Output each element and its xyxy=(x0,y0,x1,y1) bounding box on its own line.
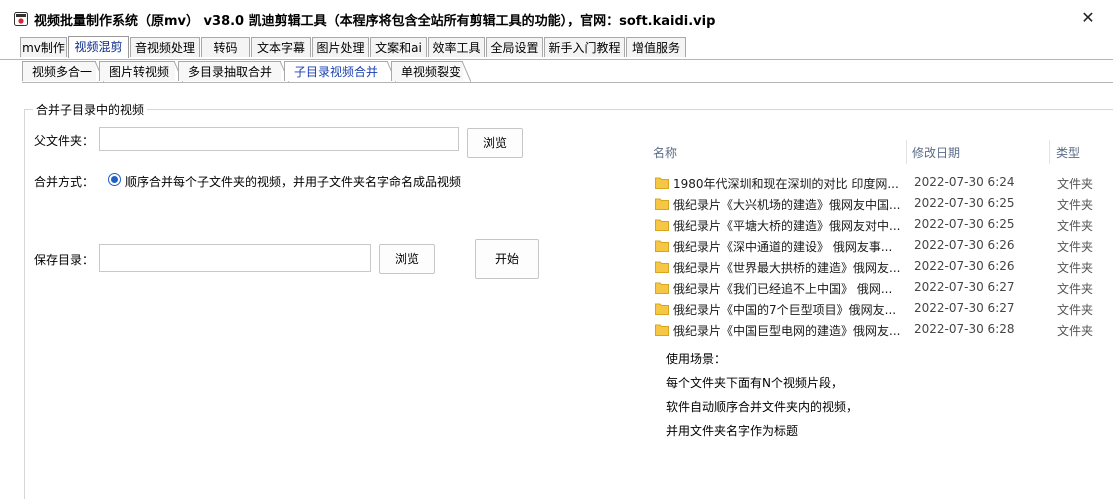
start-button[interactable]: 开始 xyxy=(475,239,539,279)
list-item[interactable]: 1980年代深圳和现在深圳的对比 印度网... 2022-07-30 6:24 … xyxy=(653,172,1113,193)
group-title: 合并子目录中的视频 xyxy=(33,101,148,118)
save-dir-input[interactable] xyxy=(99,244,371,272)
subtab-multi-merge[interactable]: 视频多合一 xyxy=(22,61,104,82)
usage-heading: 使用场景： xyxy=(666,352,727,366)
subtab-label: 多目录抽取合并 xyxy=(188,65,273,79)
subtab-label: 子目录视频合并 xyxy=(294,65,379,79)
file-name: 俄纪录片《大兴机场的建造》俄网友中国... xyxy=(673,198,901,212)
file-type: 文件夹 xyxy=(1057,303,1094,317)
save-dir-label: 保存目录： xyxy=(34,253,95,267)
folder-icon xyxy=(655,303,669,315)
file-type: 文件夹 xyxy=(1057,198,1094,212)
file-date: 2022-07-30 6:26 xyxy=(914,238,1015,252)
parent-folder-label: 父文件夹： xyxy=(34,134,95,148)
tab-text-subtitle[interactable]: 文本字幕 xyxy=(251,37,311,57)
subtab-subdir-merge[interactable]: 子目录视频合并 xyxy=(284,61,396,82)
folder-icon xyxy=(655,219,669,231)
folder-icon xyxy=(655,198,669,210)
list-item[interactable]: 俄纪录片《世界最大拱桥的建造》俄网友... 2022-07-30 6:26 文件… xyxy=(653,256,1113,277)
tab-mv[interactable]: mv制作 xyxy=(20,37,67,57)
app-icon xyxy=(14,12,28,26)
folder-icon xyxy=(655,324,669,336)
file-date: 2022-07-30 6:26 xyxy=(914,259,1015,273)
file-date: 2022-07-30 6:25 xyxy=(914,196,1015,210)
column-header-date[interactable]: 修改日期 xyxy=(912,144,960,161)
list-item[interactable]: 俄纪录片《大兴机场的建造》俄网友中国... 2022-07-30 6:25 文件… xyxy=(653,193,1113,214)
column-header-name[interactable]: 名称 xyxy=(653,144,677,161)
parent-folder-input[interactable] xyxy=(99,127,459,151)
tab-video-mix[interactable]: 视频混剪 xyxy=(68,36,129,58)
tab-global-settings[interactable]: 全局设置 xyxy=(486,37,543,57)
title-bar: 视频批量制作系统（原mv） v38.0 凯迪剪辑工具（本程序将包含全站所有剪辑工… xyxy=(0,0,1113,36)
folder-icon xyxy=(655,282,669,294)
tab-transcode[interactable]: 转码 xyxy=(201,37,250,57)
merge-mode-option-label[interactable]: 顺序合并每个子文件夹的视频，并用子文件夹名字命名成品视频 xyxy=(125,173,461,190)
merge-mode-radio[interactable] xyxy=(108,173,121,186)
list-item[interactable]: 俄纪录片《中国巨型电网的建造》俄网友... 2022-07-30 6:28 文件… xyxy=(653,319,1113,340)
usage-line: 软件自动顺序合并文件夹内的视频， xyxy=(666,400,859,414)
column-separator[interactable] xyxy=(906,140,907,164)
file-type: 文件夹 xyxy=(1057,324,1094,338)
file-name: 俄纪录片《中国的7个巨型项目》俄网友... xyxy=(673,303,897,317)
column-separator[interactable] xyxy=(1049,140,1050,164)
subtab-label: 视频多合一 xyxy=(32,65,93,79)
list-item[interactable]: 俄纪录片《中国的7个巨型项目》俄网友... 2022-07-30 6:27 文件… xyxy=(653,298,1113,319)
usage-line: 并用文件夹名字作为标题 xyxy=(666,424,799,438)
close-button[interactable]: ✕ xyxy=(1073,6,1103,30)
file-type: 文件夹 xyxy=(1057,240,1094,254)
list-item[interactable]: 俄纪录片《深中通道的建设》 俄网友事... 2022-07-30 6:26 文件… xyxy=(653,235,1113,256)
list-item[interactable]: 俄纪录片《平塘大桥的建造》俄网友对中... 2022-07-30 6:25 文件… xyxy=(653,214,1113,235)
folder-icon xyxy=(655,240,669,252)
file-date: 2022-07-30 6:27 xyxy=(914,301,1015,315)
file-date: 2022-07-30 6:28 xyxy=(914,322,1015,336)
file-date: 2022-07-30 6:27 xyxy=(914,280,1015,294)
tab-av-process[interactable]: 音视频处理 xyxy=(130,37,200,57)
tab-efficiency[interactable]: 效率工具 xyxy=(428,37,485,57)
file-name: 俄纪录片《中国巨型电网的建造》俄网友... xyxy=(673,324,901,338)
file-name: 1980年代深圳和现在深圳的对比 印度网... xyxy=(673,177,899,191)
file-name: 俄纪录片《深中通道的建设》 俄网友事... xyxy=(673,240,893,254)
subtab-single-video-fission[interactable]: 单视频裂变 xyxy=(391,61,471,82)
parent-folder-browse-button[interactable]: 浏览 xyxy=(467,128,523,158)
sub-tab-divider xyxy=(22,82,1113,83)
main-tab-divider xyxy=(0,59,1113,60)
tab-copy-ai[interactable]: 文案和ai xyxy=(370,37,427,57)
file-type: 文件夹 xyxy=(1057,219,1094,233)
tab-value-added[interactable]: 增值服务 xyxy=(626,37,686,57)
list-item[interactable]: 俄纪录片《我们已经追不上中国》 俄网... 2022-07-30 6:27 文件… xyxy=(653,277,1113,298)
window-title: 视频批量制作系统（原mv） v38.0 凯迪剪辑工具（本程序将包含全站所有剪辑工… xyxy=(34,14,716,29)
folder-icon xyxy=(655,261,669,273)
file-type: 文件夹 xyxy=(1057,261,1094,275)
tab-beginner-tutorial[interactable]: 新手入门教程 xyxy=(544,37,625,57)
tab-slant-shape xyxy=(462,61,471,82)
merge-mode-label: 合并方式： xyxy=(34,175,95,189)
tab-image-process[interactable]: 图片处理 xyxy=(312,37,369,57)
subtab-image-to-video[interactable]: 图片转视频 xyxy=(99,61,183,82)
subtab-multi-dir-extract[interactable]: 多目录抽取合并 xyxy=(178,61,289,82)
folder-icon xyxy=(655,177,669,189)
file-type: 文件夹 xyxy=(1057,282,1094,296)
usage-line: 每个文件夹下面有N个视频片段， xyxy=(666,376,843,390)
file-date: 2022-07-30 6:24 xyxy=(914,175,1015,189)
file-name: 俄纪录片《平塘大桥的建造》俄网友对中... xyxy=(673,219,901,233)
column-header-type[interactable]: 类型 xyxy=(1056,144,1080,161)
file-name: 俄纪录片《我们已经追不上中国》 俄网... xyxy=(673,282,893,296)
file-name: 俄纪录片《世界最大拱桥的建造》俄网友... xyxy=(673,261,901,275)
subtab-label: 图片转视频 xyxy=(109,65,170,79)
save-dir-browse-button[interactable]: 浏览 xyxy=(379,244,435,274)
subtab-label: 单视频裂变 xyxy=(401,65,462,79)
file-type: 文件夹 xyxy=(1057,177,1094,191)
file-date: 2022-07-30 6:25 xyxy=(914,217,1015,231)
